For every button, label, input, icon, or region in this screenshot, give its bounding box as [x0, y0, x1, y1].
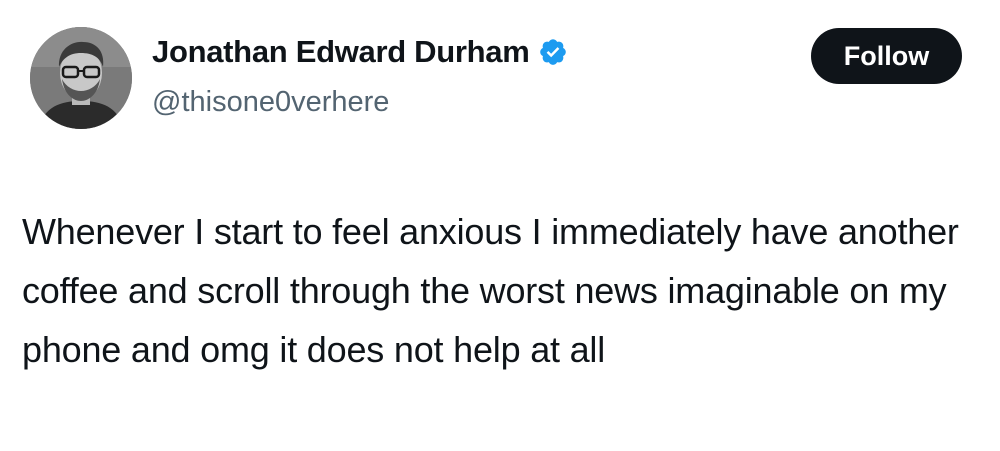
author-display-name[interactable]: Jonathan Edward Durham — [152, 34, 530, 70]
avatar-photo — [30, 27, 132, 129]
avatar[interactable] — [30, 27, 132, 129]
verified-badge-icon — [538, 37, 568, 67]
follow-button[interactable]: Follow — [811, 28, 962, 84]
tweet-text: Whenever I start to feel anxious I immed… — [22, 211, 959, 370]
tweet-card: Jonathan Edward Durham @thisone0verhere … — [0, 0, 1000, 451]
author-name-row: Jonathan Edward Durham — [152, 34, 568, 70]
author-handle[interactable]: @thisone0verhere — [152, 86, 389, 119]
